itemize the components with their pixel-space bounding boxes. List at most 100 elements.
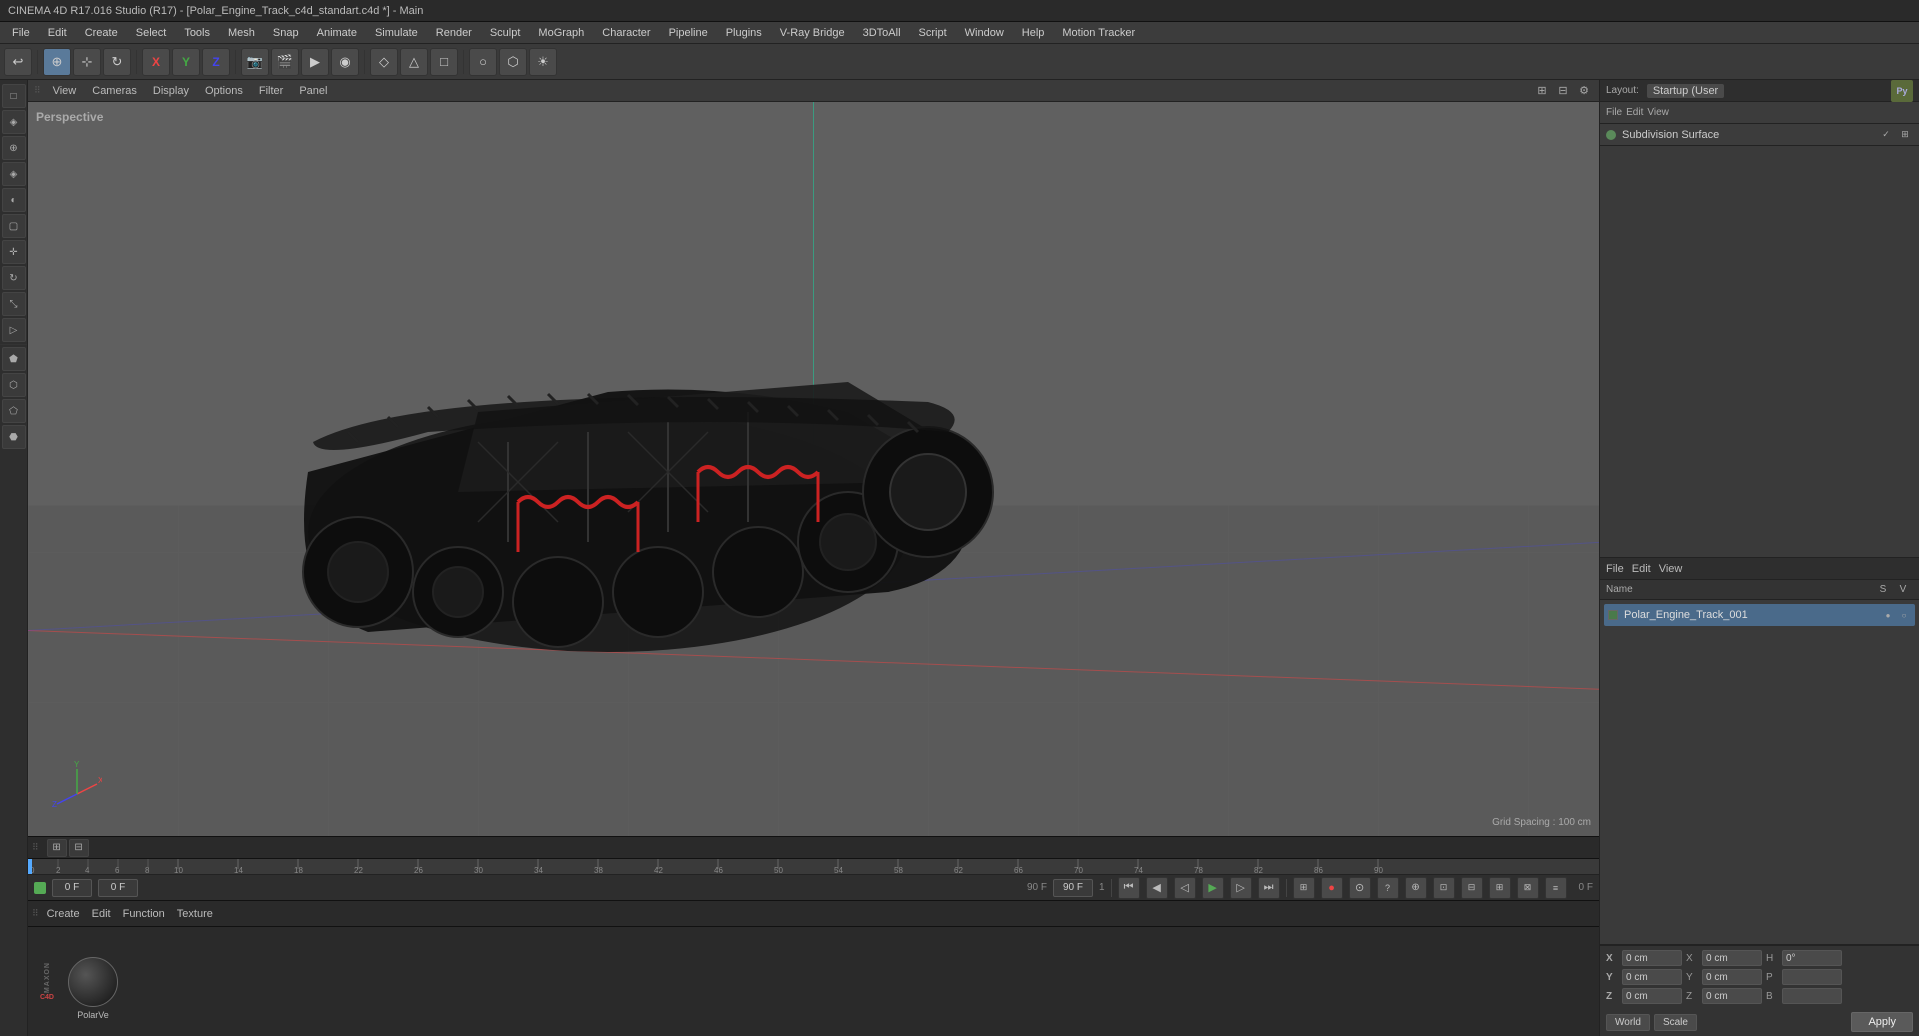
menu-plugins[interactable]: Plugins: [718, 25, 770, 41]
go-end-btn[interactable]: ⏭: [1258, 877, 1280, 899]
vp-menu-display[interactable]: Display: [149, 83, 193, 99]
menu-simulate[interactable]: Simulate: [367, 25, 426, 41]
scale-mode-btn[interactable]: Scale: [1654, 1014, 1697, 1031]
sidebar-select3[interactable]: ▢: [2, 214, 26, 238]
select-tool-btn[interactable]: ⊕: [43, 48, 71, 76]
points-btn[interactable]: ◇: [370, 48, 398, 76]
sidebar-scale[interactable]: ⤡: [2, 292, 26, 316]
obj-render-icon[interactable]: ○: [1897, 608, 1911, 622]
sidebar-tool4[interactable]: ⬣: [2, 425, 26, 449]
vp-layout-icon[interactable]: ⊟: [1554, 82, 1572, 100]
obj-menu-edit[interactable]: Edit: [1632, 563, 1651, 575]
coord-h-input[interactable]: [1782, 950, 1842, 966]
keyframe-btn7[interactable]: ⊠: [1517, 877, 1539, 899]
coord-z-size-input[interactable]: [1702, 988, 1762, 1004]
keyframe-btn1[interactable]: ⊞: [1293, 877, 1315, 899]
menu-3dtoall[interactable]: 3DToAll: [855, 25, 909, 41]
vp-menu-options[interactable]: Options: [201, 83, 247, 99]
move-tool-btn[interactable]: ⊹: [73, 48, 101, 76]
sidebar-texture-mode[interactable]: ◈: [2, 110, 26, 134]
vp-menu-cameras[interactable]: Cameras: [88, 83, 141, 99]
menu-tools[interactable]: Tools: [176, 25, 218, 41]
active-obj-btn[interactable]: ◉: [331, 48, 359, 76]
go-start-btn[interactable]: ⏮: [1118, 877, 1140, 899]
axis-z-btn[interactable]: Z: [202, 48, 230, 76]
obj-visible-icon[interactable]: ●: [1881, 608, 1895, 622]
undo-btn[interactable]: ↩: [4, 48, 32, 76]
timeline-icon1[interactable]: ⊞: [47, 839, 67, 857]
next-frame-btn[interactable]: ▷: [1230, 877, 1252, 899]
obj-menu-file[interactable]: File: [1606, 563, 1624, 575]
prev-frame-btn[interactable]: ◀: [1146, 877, 1168, 899]
subdivision-icon2[interactable]: ⊞: [1897, 127, 1913, 143]
render-region-btn[interactable]: 📷: [241, 48, 269, 76]
menu-help[interactable]: Help: [1014, 25, 1053, 41]
layout-select[interactable]: Startup (User: [1647, 84, 1724, 98]
record-btn[interactable]: ⊙: [1349, 877, 1371, 899]
rotate-tool-btn[interactable]: ↻: [103, 48, 131, 76]
mat-menu-function[interactable]: Function: [119, 906, 169, 922]
coord-z-pos-input[interactable]: [1622, 988, 1682, 1004]
timeline-list-btn[interactable]: ≡: [1545, 877, 1567, 899]
sidebar-rotate[interactable]: ↻: [2, 266, 26, 290]
subdivision-menu-file[interactable]: File: [1606, 107, 1622, 118]
stop-btn[interactable]: ●: [1321, 877, 1343, 899]
keyframe-btn6[interactable]: ⊞: [1489, 877, 1511, 899]
mat-menu-texture[interactable]: Texture: [173, 906, 217, 922]
menu-snap[interactable]: Snap: [265, 25, 307, 41]
timeline-ruler[interactable]: 0 2 4 6 8 10 14 18 22: [28, 859, 1599, 875]
mat-menu-edit[interactable]: Edit: [88, 906, 115, 922]
menu-window[interactable]: Window: [957, 25, 1012, 41]
sidebar-axis-mode[interactable]: ⊕: [2, 136, 26, 160]
menu-create[interactable]: Create: [77, 25, 126, 41]
mat-menu-create[interactable]: Create: [43, 906, 84, 922]
poly-btn[interactable]: □: [430, 48, 458, 76]
sidebar-tool1[interactable]: ⬟: [2, 347, 26, 371]
sidebar-select1[interactable]: ◈: [2, 162, 26, 186]
material-preview-container[interactable]: PolarVe: [68, 957, 118, 1007]
sidebar-object-mode[interactable]: □: [2, 84, 26, 108]
keyframe-btn5[interactable]: ⊟: [1461, 877, 1483, 899]
material-sphere[interactable]: [68, 957, 118, 1007]
sidebar-select2[interactable]: ◐: [2, 188, 26, 212]
menu-script[interactable]: Script: [911, 25, 955, 41]
sidebar-tool2[interactable]: ⬡: [2, 373, 26, 397]
view-btn[interactable]: ▶: [301, 48, 329, 76]
vp-menu-view[interactable]: View: [49, 83, 81, 99]
keyframe-btn4[interactable]: ⊡: [1433, 877, 1455, 899]
axis-y-btn[interactable]: Y: [172, 48, 200, 76]
frame-current-input[interactable]: [98, 879, 138, 897]
menu-mograph[interactable]: MoGraph: [530, 25, 592, 41]
menu-render[interactable]: Render: [428, 25, 480, 41]
menu-select[interactable]: Select: [128, 25, 175, 41]
menu-mesh[interactable]: Mesh: [220, 25, 263, 41]
subdivision-menu-edit[interactable]: Edit: [1626, 107, 1643, 118]
coord-b-input[interactable]: [1782, 988, 1842, 1004]
apply-button[interactable]: Apply: [1851, 1012, 1913, 1032]
keyframe-btn2[interactable]: ?: [1377, 877, 1399, 899]
menu-animate[interactable]: Animate: [309, 25, 365, 41]
frame-start-input[interactable]: [52, 879, 92, 897]
vp-menu-panel[interactable]: Panel: [295, 83, 331, 99]
object-list-item[interactable]: Polar_Engine_Track_001 ● ○: [1604, 604, 1915, 626]
menu-vray[interactable]: V-Ray Bridge: [772, 25, 853, 41]
coord-x-size-input[interactable]: [1702, 950, 1762, 966]
play-btn[interactable]: ▶: [1202, 877, 1224, 899]
subdivision-icon1[interactable]: ✓: [1878, 127, 1894, 143]
subdivision-menu-view[interactable]: View: [1647, 107, 1669, 118]
vp-settings-icon[interactable]: ⚙: [1575, 82, 1593, 100]
play-reverse-btn[interactable]: ◁: [1174, 877, 1196, 899]
menu-edit[interactable]: Edit: [40, 25, 75, 41]
menu-sculpt[interactable]: Sculpt: [482, 25, 529, 41]
world-mode-btn[interactable]: World: [1606, 1014, 1650, 1031]
scene-btn[interactable]: ⬡: [499, 48, 527, 76]
coord-x-pos-input[interactable]: [1622, 950, 1682, 966]
light-btn[interactable]: ☀: [529, 48, 557, 76]
keyframe-btn3[interactable]: ⊕: [1405, 877, 1427, 899]
coord-y-pos-input[interactable]: [1622, 969, 1682, 985]
obj-menu-view[interactable]: View: [1659, 563, 1683, 575]
vp-maximize-icon[interactable]: ⊞: [1533, 82, 1551, 100]
coord-y-size-input[interactable]: [1702, 969, 1762, 985]
menu-file[interactable]: File: [4, 25, 38, 41]
coord-p-input[interactable]: [1782, 969, 1842, 985]
